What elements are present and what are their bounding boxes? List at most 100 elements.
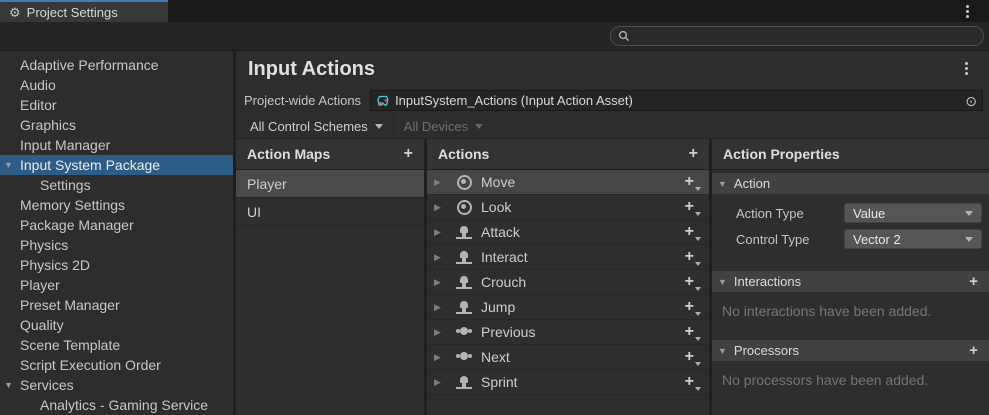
dropdown-caret-icon — [695, 337, 701, 341]
action-properties-header: Action Properties — [723, 146, 840, 162]
sidebar-item-label: Services — [20, 377, 74, 393]
sidebar-item[interactable]: ▼ Services — [0, 375, 233, 395]
sidebar-item[interactable]: ▼ Audio — [0, 75, 233, 95]
foldout-triangle-icon[interactable]: ▼ — [4, 160, 13, 170]
sidebar-item[interactable]: ▼ Quality — [0, 315, 233, 335]
sidebar-item[interactable]: ▼ Input System Package — [0, 155, 233, 175]
action-row[interactable]: ▶ Jump + — [427, 295, 709, 320]
action-label: Previous — [481, 324, 685, 340]
add-binding-button[interactable]: + — [685, 199, 700, 215]
expand-arrow-icon[interactable]: ▶ — [434, 177, 449, 188]
window-kebab-menu-icon[interactable] — [966, 10, 969, 13]
action-foldout[interactable]: ▼ Action — [712, 173, 989, 194]
sidebar-item[interactable]: ▼ Physics — [0, 235, 233, 255]
sidebar-item[interactable]: ▼ Preset Manager — [0, 295, 233, 315]
project-wide-actions-label: Project-wide Actions — [244, 93, 361, 108]
interactions-foldout-label: Interactions — [734, 274, 801, 289]
expand-arrow-icon[interactable]: ▶ — [434, 202, 449, 213]
dropdown-caret-icon — [695, 387, 701, 391]
expand-arrow-icon[interactable]: ▶ — [434, 302, 449, 313]
expand-arrow-icon[interactable]: ▶ — [434, 327, 449, 338]
add-binding-button[interactable]: + — [685, 224, 700, 240]
control-schemes-label: All Control Schemes — [250, 119, 368, 134]
add-binding-button[interactable]: + — [685, 174, 700, 190]
action-type-icon — [456, 376, 472, 389]
sidebar-item-label: Scene Template — [20, 337, 120, 353]
sidebar-item[interactable]: ▼ Memory Settings — [0, 195, 233, 215]
add-action-button[interactable]: + — [689, 146, 698, 162]
sidebar-item[interactable]: ▼ Scene Template — [0, 335, 233, 355]
sidebar-item[interactable]: ▼ Editor — [0, 95, 233, 115]
action-foldout-label: Action — [734, 176, 770, 191]
page-title: Input Actions — [248, 58, 375, 81]
add-binding-button[interactable]: + — [685, 299, 700, 315]
processors-foldout-label: Processors — [734, 343, 799, 358]
control-type-dropdown[interactable]: Vector 2 — [844, 229, 982, 249]
add-processor-button[interactable]: + — [969, 343, 978, 358]
sidebar-item[interactable]: ▼ Graphics — [0, 115, 233, 135]
action-row[interactable]: ▶ Crouch + — [427, 270, 709, 295]
sidebar-item[interactable]: ▼ Adaptive Performance — [0, 55, 233, 75]
chevron-down-icon — [375, 124, 383, 129]
sidebar-item[interactable]: ▼ Settings — [0, 175, 233, 195]
dropdown-caret-icon — [695, 312, 701, 316]
search-field[interactable] — [610, 26, 984, 46]
foldout-triangle-icon[interactable]: ▼ — [4, 380, 13, 390]
expand-arrow-icon[interactable]: ▶ — [434, 227, 449, 238]
expand-arrow-icon[interactable]: ▶ — [434, 277, 449, 288]
processors-foldout[interactable]: ▼ Processors + — [712, 340, 989, 361]
expand-arrow-icon[interactable]: ▶ — [434, 252, 449, 263]
project-wide-actions-object-field[interactable]: InputSystem_Actions (Input Action Asset)… — [370, 90, 983, 111]
sidebar-item[interactable]: ▼ Package Manager — [0, 215, 233, 235]
tab-project-settings[interactable]: ⚙ Project Settings — [0, 0, 168, 22]
sidebar-item[interactable]: ▼ Analytics - Gaming Service — [0, 395, 233, 415]
panel-kebab-menu-icon[interactable] — [965, 67, 968, 70]
sidebar-item[interactable]: ▼ Player — [0, 275, 233, 295]
sidebar-item-label: Player — [20, 277, 60, 293]
action-row[interactable]: ▶ Next + — [427, 345, 709, 370]
search-icon — [618, 30, 630, 42]
action-row[interactable]: ▶ Previous + — [427, 320, 709, 345]
add-interaction-button[interactable]: + — [969, 274, 978, 289]
action-type-icon — [456, 301, 472, 314]
add-action-map-button[interactable]: + — [404, 146, 413, 162]
add-binding-button[interactable]: + — [685, 274, 700, 290]
control-schemes-dropdown[interactable]: All Control Schemes — [240, 114, 394, 138]
action-label: Attack — [481, 224, 685, 240]
sidebar-item-label: Memory Settings — [20, 197, 125, 213]
dropdown-caret-icon — [695, 237, 701, 241]
actions-header: Actions — [438, 146, 489, 162]
action-row[interactable]: ▶ Look + — [427, 195, 709, 220]
dropdown-caret-icon — [695, 262, 701, 266]
sidebar-item-label: Analytics - Gaming Service — [40, 397, 208, 413]
sidebar-item[interactable]: ▼ Physics 2D — [0, 255, 233, 275]
action-map-row[interactable]: Player — [236, 170, 424, 198]
interactions-foldout[interactable]: ▼ Interactions + — [712, 271, 989, 292]
action-row[interactable]: ▶ Interact + — [427, 245, 709, 270]
devices-dropdown[interactable]: All Devices — [394, 114, 493, 138]
sidebar-item-label: Adaptive Performance — [20, 57, 159, 73]
sidebar-item-label: Audio — [20, 77, 56, 93]
action-row[interactable]: ▶ Sprint + — [427, 370, 709, 395]
action-row[interactable]: ▶ Move + — [427, 170, 709, 195]
expand-arrow-icon[interactable]: ▶ — [434, 352, 449, 363]
expand-arrow-icon[interactable]: ▶ — [434, 377, 449, 388]
add-binding-button[interactable]: + — [685, 374, 700, 390]
sidebar-item[interactable]: ▼ Input Manager — [0, 135, 233, 155]
action-type-dropdown[interactable]: Value — [844, 203, 982, 223]
sidebar-item[interactable]: ▼ Script Execution Order — [0, 355, 233, 375]
add-binding-button[interactable]: + — [685, 249, 700, 265]
sidebar-item-label: Input System Package — [20, 157, 160, 173]
foldout-triangle-icon: ▼ — [718, 179, 727, 189]
action-row[interactable]: ▶ Attack + — [427, 220, 709, 245]
add-binding-button[interactable]: + — [685, 324, 700, 340]
object-picker-icon[interactable]: ⊙ — [965, 94, 977, 108]
action-type-icon — [456, 175, 472, 189]
add-binding-button[interactable]: + — [685, 349, 700, 365]
action-map-row[interactable]: UI — [236, 198, 424, 226]
search-input[interactable] — [635, 29, 976, 43]
action-label: Jump — [481, 299, 685, 315]
dropdown-caret-icon — [695, 287, 701, 291]
foldout-triangle-icon: ▼ — [718, 346, 727, 356]
action-type-icon — [456, 251, 472, 264]
